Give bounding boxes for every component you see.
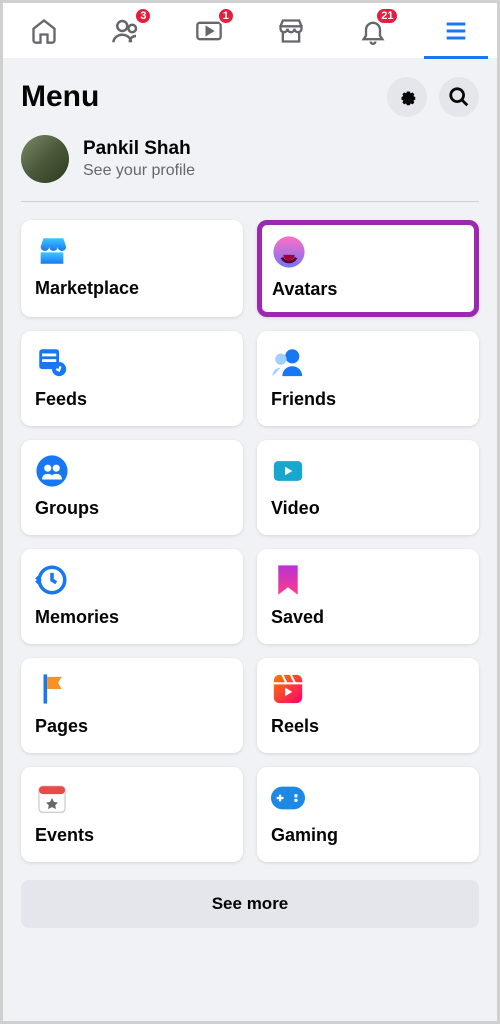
shortcut-label: Events [35,825,229,846]
gaming-icon [271,781,305,815]
gear-icon [396,86,418,108]
friends-badge: 3 [134,7,152,25]
top-navigation: 3 1 21 [3,3,497,59]
pages-icon [35,672,69,706]
nav-notifications[interactable]: 21 [353,11,393,51]
marketplace-icon [35,234,69,268]
video-icon [271,454,305,488]
profile-subtitle: See your profile [83,162,195,180]
hamburger-icon [442,17,470,45]
shortcut-label: Friends [271,389,465,410]
page-title: Menu [21,80,99,114]
shortcut-label: Feeds [35,389,229,410]
shortcut-label: Video [271,498,465,519]
profile-name: Pankil Shah [83,138,195,160]
see-more-button[interactable]: See more [21,880,479,928]
marketplace-icon [277,17,305,45]
shortcuts-grid: Marketplace Avatars Feeds Friends [21,220,479,862]
shortcut-groups[interactable]: Groups [21,440,243,535]
shortcut-label: Gaming [271,825,465,846]
events-icon [35,781,69,815]
header-actions [387,77,479,117]
saved-icon [271,563,305,597]
menu-header: Menu [21,59,479,131]
shortcut-avatars[interactable]: Avatars [257,220,479,317]
avatars-icon [272,235,306,269]
nav-marketplace[interactable] [271,11,311,51]
shortcut-saved[interactable]: Saved [257,549,479,644]
search-icon [448,86,470,108]
settings-button[interactable] [387,77,427,117]
nav-menu[interactable] [436,11,476,51]
menu-content: Menu Pankil Shah See your profile [3,59,497,1021]
shortcut-gaming[interactable]: Gaming [257,767,479,862]
shortcut-label: Pages [35,716,229,737]
shortcut-friends[interactable]: Friends [257,331,479,426]
shortcut-label: Avatars [272,279,464,300]
search-button[interactable] [439,77,479,117]
notifications-badge: 21 [375,7,399,25]
shortcut-memories[interactable]: Memories [21,549,243,644]
memories-icon [35,563,69,597]
home-icon [30,17,58,45]
nav-friends[interactable]: 3 [106,11,146,51]
shortcut-label: Saved [271,607,465,628]
shortcut-feeds[interactable]: Feeds [21,331,243,426]
shortcut-pages[interactable]: Pages [21,658,243,753]
nav-watch[interactable]: 1 [189,11,229,51]
shortcut-events[interactable]: Events [21,767,243,862]
shortcut-video[interactable]: Video [257,440,479,535]
profile-link[interactable]: Pankil Shah See your profile [21,131,479,202]
watch-badge: 1 [217,7,235,25]
nav-home[interactable] [24,11,64,51]
groups-icon [35,454,69,488]
friends-icon [271,345,305,379]
shortcut-label: Marketplace [35,278,229,299]
shortcut-reels[interactable]: Reels [257,658,479,753]
shortcut-marketplace[interactable]: Marketplace [21,220,243,317]
shortcut-label: Memories [35,607,229,628]
reels-icon [271,672,305,706]
shortcut-label: Reels [271,716,465,737]
avatar [21,135,69,183]
shortcut-label: Groups [35,498,229,519]
feeds-icon [35,345,69,379]
